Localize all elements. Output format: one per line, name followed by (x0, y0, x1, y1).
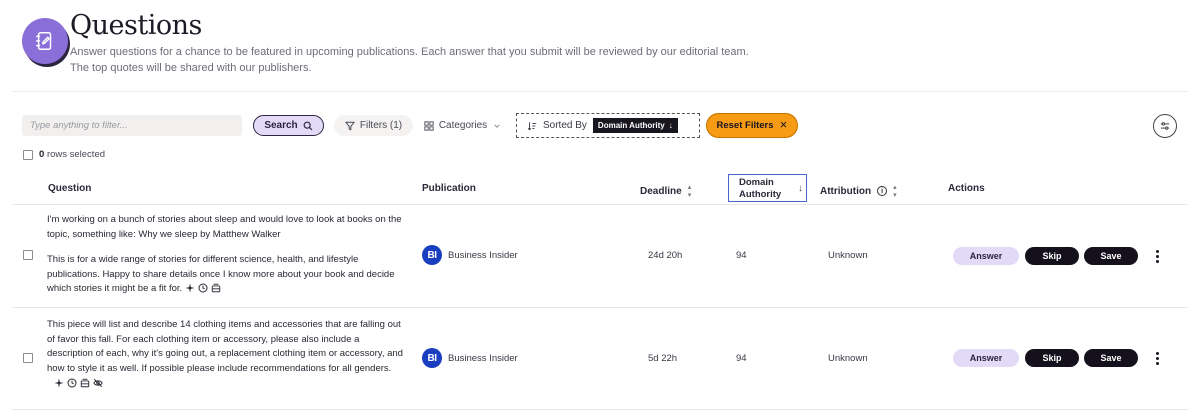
skip-button[interactable]: Skip (1025, 349, 1079, 367)
sort-toggle-icon: ▴ ▾ (687, 184, 692, 199)
skip-button[interactable]: Skip (1025, 247, 1079, 265)
column-header-deadline-label: Deadline (640, 185, 682, 197)
page-title: Questions (70, 10, 202, 41)
more-options-icon[interactable] (1150, 349, 1164, 367)
column-header-attribution-label: Attribution (820, 185, 872, 197)
search-button[interactable]: Search (253, 115, 324, 136)
stack-icon (80, 378, 90, 388)
publication-logo: BI (422, 348, 442, 368)
question-tags (54, 378, 407, 388)
rows-selected-bar: 0 rows selected (23, 149, 105, 160)
row-divider (12, 409, 1188, 410)
attribution-cell: Unknown (828, 250, 868, 261)
close-icon: ✕ (779, 120, 788, 131)
column-header-actions: Actions (948, 183, 985, 194)
save-button[interactable]: Save (1084, 349, 1138, 367)
header-divider (12, 91, 1188, 92)
column-header-question-label: Question (48, 183, 92, 194)
rows-selected-count: 0 (39, 149, 45, 160)
column-settings-button[interactable] (1153, 114, 1177, 138)
column-header-actions-label: Actions (948, 183, 985, 194)
reset-filters-label: Reset Filters (716, 120, 774, 131)
attribution-cell: Unknown (828, 353, 868, 364)
answer-button[interactable]: Answer (953, 349, 1019, 367)
arrow-down-icon: ↓ (668, 121, 673, 130)
domain-authority-cell: 94 (736, 250, 747, 261)
chevron-down-icon (492, 121, 502, 131)
column-header-da-line1: Domain (739, 177, 774, 188)
question-tags (185, 283, 221, 294)
notebook-pen-icon (22, 18, 68, 64)
filter-toolbar: Search Filters (1) Categories Sorted By … (22, 113, 1187, 139)
answer-button[interactable]: Answer (953, 247, 1019, 265)
sort-value: Domain Authority (597, 121, 665, 130)
stack-icon (211, 283, 221, 293)
column-header-publication-label: Publication (422, 183, 476, 194)
question-text: This piece will list and describe 14 clo… (47, 319, 403, 374)
save-button[interactable]: Save (1084, 247, 1138, 265)
search-button-label: Search (264, 120, 298, 131)
column-header-question: Question (48, 183, 91, 194)
rows-selected-label: rows selected (46, 149, 106, 160)
row-divider (12, 307, 1188, 308)
column-header-deadline[interactable]: Deadline ▴ ▾ (640, 183, 691, 199)
sliders-icon (1160, 121, 1170, 131)
categories-dropdown[interactable]: Categories (419, 115, 507, 136)
filters-button[interactable]: Filters (1) (334, 115, 413, 136)
sort-toggle-icon: ▴ ▾ (893, 184, 897, 199)
publication-cell: BI Business Insider (422, 348, 518, 368)
column-header-attribution[interactable]: Attribution i ▴ ▾ (820, 183, 897, 199)
search-icon (303, 121, 313, 131)
publication-cell: BI Business Insider (422, 245, 518, 265)
row-checkbox[interactable] (23, 353, 33, 363)
filter-input[interactable] (22, 115, 242, 136)
sparkle-icon (185, 283, 195, 294)
sparkle-icon (54, 378, 64, 388)
filters-button-label: Filters (1) (359, 120, 403, 131)
reset-filters-button[interactable]: Reset Filters ✕ (706, 113, 798, 138)
question-cell: I'm working on a bunch of stories about … (47, 213, 407, 297)
column-header-publication: Publication (422, 183, 476, 194)
page-header: Questions Answer questions for a chance … (22, 10, 1192, 90)
column-header-domain-authority[interactable]: Domain Authority ↓ (728, 174, 807, 202)
publication-name: Business Insider (448, 352, 518, 364)
domain-authority-cell: 94 (736, 353, 747, 364)
clock-icon (198, 283, 208, 293)
deadline-cell: 5d 22h (648, 353, 678, 364)
publication-logo: BI (422, 245, 442, 265)
publication-name: Business Insider (448, 249, 518, 261)
sorted-by-label: Sorted By (543, 120, 587, 131)
sort-value-tag: Domain Authority ↓ (592, 118, 678, 133)
eye-off-icon (93, 378, 103, 388)
question-text: I'm working on a bunch of stories about … (47, 214, 402, 240)
sort-control[interactable]: Sorted By Domain Authority ↓ (516, 113, 700, 138)
categories-label: Categories (438, 120, 488, 131)
page-description: Answer questions for a chance to be feat… (70, 46, 749, 74)
question-cell: This piece will list and describe 14 clo… (47, 318, 407, 388)
more-options-icon[interactable] (1150, 247, 1164, 265)
arrow-down-icon: ↓ (798, 183, 803, 194)
deadline-cell: 24d 20h (648, 250, 683, 261)
clock-icon (67, 378, 77, 388)
funnel-icon (345, 121, 355, 131)
grid-icon (424, 120, 434, 131)
row-divider (12, 204, 1188, 205)
select-all-checkbox[interactable] (23, 149, 33, 160)
row-checkbox[interactable] (23, 250, 33, 260)
rows-selected-text: 0 rows selected (39, 149, 105, 160)
info-icon[interactable]: i (877, 186, 888, 196)
sort-icon (527, 121, 537, 131)
question-details: This is for a wide range of stories for … (47, 253, 407, 297)
column-header-da-line2: Authority (739, 189, 782, 200)
